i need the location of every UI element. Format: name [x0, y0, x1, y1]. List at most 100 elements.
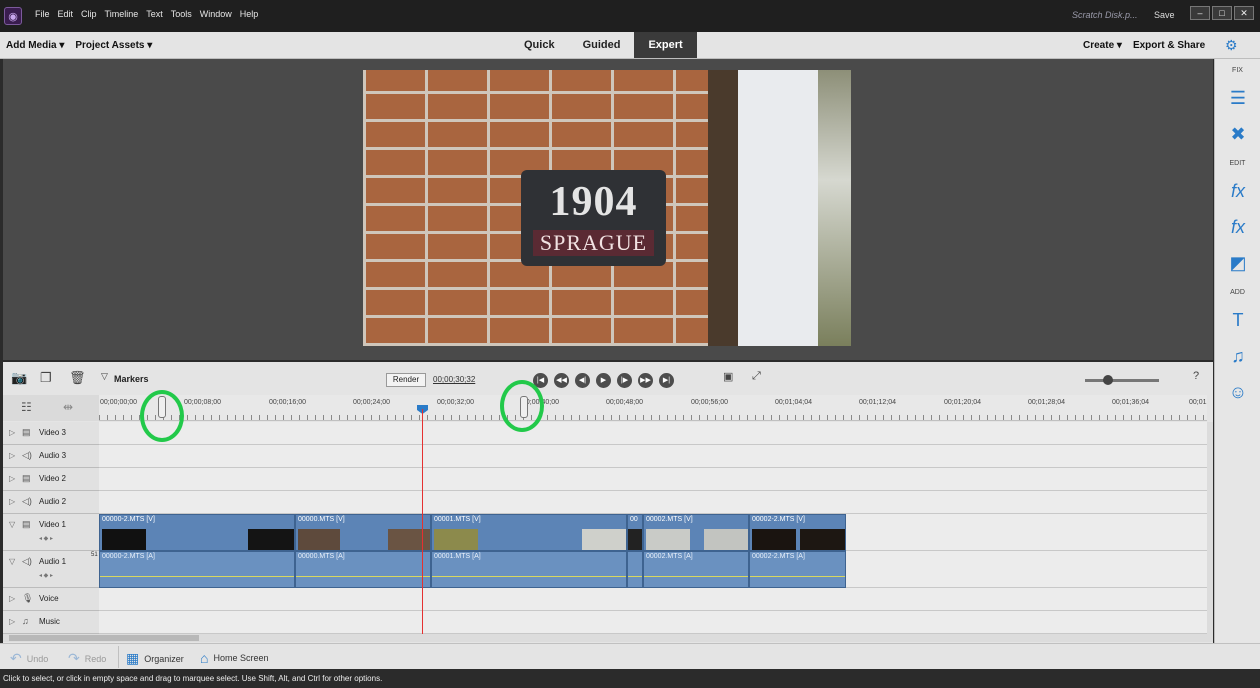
playhead-line[interactable] [422, 409, 423, 635]
video-preview[interactable]: 1904 SPRAGUE [363, 70, 851, 346]
titles-icon[interactable]: T [1215, 302, 1260, 338]
track-audio-3[interactable] [99, 445, 1207, 468]
trash-icon[interactable]: 🗑 [69, 370, 86, 386]
redo-button[interactable]: ↷ Redo [68, 650, 106, 667]
track-header-audio-2[interactable]: ▷ ◁) Audio 2 [3, 491, 99, 514]
audio-clip[interactable]: 00000.MTS [A] [295, 551, 431, 588]
video-clip[interactable]: 00000.MTS [V] [295, 514, 431, 551]
volume-line[interactable] [750, 576, 845, 577]
gear-icon[interactable]: ⚙ [1225, 37, 1238, 54]
fit-icon[interactable]: ⤢ [752, 370, 761, 383]
step-forward-icon[interactable]: |▶ [617, 373, 632, 388]
project-assets-button[interactable]: Project Assets ▾ [75, 40, 152, 51]
tab-expert[interactable]: Expert [634, 32, 697, 58]
collapse-icon[interactable]: ▽ [9, 520, 15, 529]
adjust-sliders-icon[interactable]: ☰ [1215, 80, 1260, 116]
effects-icon[interactable]: fx [1215, 209, 1260, 245]
track-audio-2[interactable] [99, 491, 1207, 514]
zoom-slider-knob[interactable] [1103, 375, 1113, 385]
video-clip[interactable]: 00002.MTS [V] [643, 514, 749, 551]
step-back-icon[interactable]: ◀| [575, 373, 590, 388]
timecode[interactable]: 00;00;30;32 [433, 375, 475, 384]
audio-clip[interactable]: 00000-2.MTS [A] [99, 551, 295, 588]
collapse-icon[interactable]: ▽ [9, 557, 15, 566]
app-logo-icon[interactable]: ◉ [4, 7, 22, 25]
track-video-2[interactable] [99, 468, 1207, 491]
track-voice[interactable] [99, 588, 1207, 611]
track-video-3[interactable] [99, 422, 1207, 445]
snap-icon[interactable]: ⇹ [63, 400, 73, 414]
track-header-video-2[interactable]: ▷ ▤ Video 2 [3, 468, 99, 491]
organizer-button[interactable]: ▦ Organizer [126, 650, 184, 667]
menu-clip[interactable]: Clip [81, 9, 97, 19]
transitions-icon[interactable]: ◩ [1215, 245, 1260, 281]
expand-icon[interactable]: ▷ [9, 497, 15, 506]
save-button[interactable]: Save [1154, 10, 1175, 20]
keyframe-nav-icon[interactable]: ◂ ◆ ▸ [39, 572, 53, 579]
track-header-audio-1[interactable]: ▽ ◁) Audio 1 ◂ ◆ ▸ [3, 551, 99, 588]
audio-clip[interactable]: 00002-2.MTS [A] [749, 551, 846, 588]
volume-line[interactable] [628, 576, 642, 577]
time-ruler[interactable]: 00;00;00;00 00;00;08;00 00;00;16;00 00;0… [99, 395, 1207, 421]
menu-edit[interactable]: Edit [58, 9, 74, 19]
keyframe-nav-icon[interactable]: ◂ ◆ ▸ [39, 535, 53, 542]
audio-clip[interactable] [627, 551, 643, 588]
play-icon[interactable]: ▶ [596, 373, 611, 388]
menu-timeline[interactable]: Timeline [105, 9, 139, 19]
tools-icon[interactable]: ✖ [1215, 116, 1260, 152]
expand-icon[interactable]: ▷ [9, 594, 15, 603]
home-screen-button[interactable]: ⌂ Home Screen [200, 650, 269, 666]
horizontal-scrollbar[interactable] [3, 634, 1213, 642]
expand-icon[interactable]: ▷ [9, 428, 15, 437]
menu-window[interactable]: Window [200, 9, 232, 19]
help-icon[interactable]: ? [1193, 370, 1199, 382]
video-clip[interactable]: 00001.MTS [V] [431, 514, 627, 551]
camera-icon[interactable]: 📷 [11, 370, 27, 386]
scratch-disk-warning[interactable]: Scratch Disk.p... [1072, 10, 1138, 20]
volume-line[interactable] [296, 576, 430, 577]
export-share-button[interactable]: Export & Share [1133, 40, 1205, 51]
track-header-music[interactable]: ▷ ♫ Music [3, 611, 99, 634]
create-button[interactable]: Create ▾ [1083, 40, 1122, 51]
video-clip[interactable]: 00002-2.MTS [V] [749, 514, 846, 551]
menu-file[interactable]: File [35, 9, 50, 19]
music-icon[interactable]: ♫ [1215, 338, 1260, 374]
expand-icon[interactable]: ▷ [9, 451, 15, 460]
rewind-icon[interactable]: ◀◀ [554, 373, 569, 388]
menu-tools[interactable]: Tools [171, 9, 192, 19]
track-video-1[interactable]: 00000-2.MTS [V] 00000.MTS [V] 00001.MTS … [99, 514, 1207, 551]
zoom-slider[interactable] [1085, 379, 1159, 382]
audio-clip[interactable]: 00001.MTS [A] [431, 551, 627, 588]
markers-dropdown-icon[interactable]: ▽ [101, 371, 108, 382]
minimize-icon[interactable]: – [1190, 6, 1210, 20]
volume-line[interactable] [100, 576, 294, 577]
video-clip[interactable]: 00 [627, 514, 643, 551]
render-button[interactable]: Render [386, 373, 426, 387]
volume-line[interactable] [432, 576, 626, 577]
track-header-voice[interactable]: ▷ 🎙 Voice [3, 588, 99, 611]
video-clip[interactable]: 00000-2.MTS [V] [99, 514, 295, 551]
expand-icon[interactable]: ▷ [9, 617, 15, 626]
copy-icon[interactable]: ❐ [40, 370, 52, 386]
applied-effects-icon[interactable]: fx [1215, 173, 1260, 209]
track-music[interactable] [99, 611, 1207, 634]
markers-label[interactable]: Markers [114, 374, 149, 384]
close-icon[interactable]: ✕ [1234, 6, 1254, 20]
track-settings-icon[interactable]: ☷ [21, 400, 32, 414]
track-header-video-1[interactable]: ▽ ▤ Video 1 ◂ ◆ ▸ [3, 514, 99, 551]
track-audio-1[interactable]: 51 00000-2.MTS [A] 00000.MTS [A] 00001.M… [91, 551, 1207, 588]
expand-icon[interactable]: ▷ [9, 474, 15, 483]
maximize-icon[interactable]: □ [1212, 6, 1232, 20]
tab-guided[interactable]: Guided [569, 32, 635, 58]
audio-mixer-icon[interactable]: ▣ [723, 370, 733, 383]
scrollbar-thumb[interactable] [9, 635, 199, 641]
vertical-scrollbar[interactable] [1207, 422, 1213, 634]
menu-help[interactable]: Help [240, 9, 259, 19]
track-header-audio-3[interactable]: ▷ ◁) Audio 3 [3, 445, 99, 468]
audio-clip[interactable]: 00002.MTS [A] [643, 551, 749, 588]
menu-text[interactable]: Text [146, 9, 163, 19]
track-header-video-3[interactable]: ▷ ▤ Video 3 [3, 422, 99, 445]
add-media-button[interactable]: Add Media ▾ [6, 40, 64, 51]
graphics-icon[interactable]: ☺ [1215, 374, 1260, 410]
undo-button[interactable]: ↶ Undo [10, 650, 48, 667]
